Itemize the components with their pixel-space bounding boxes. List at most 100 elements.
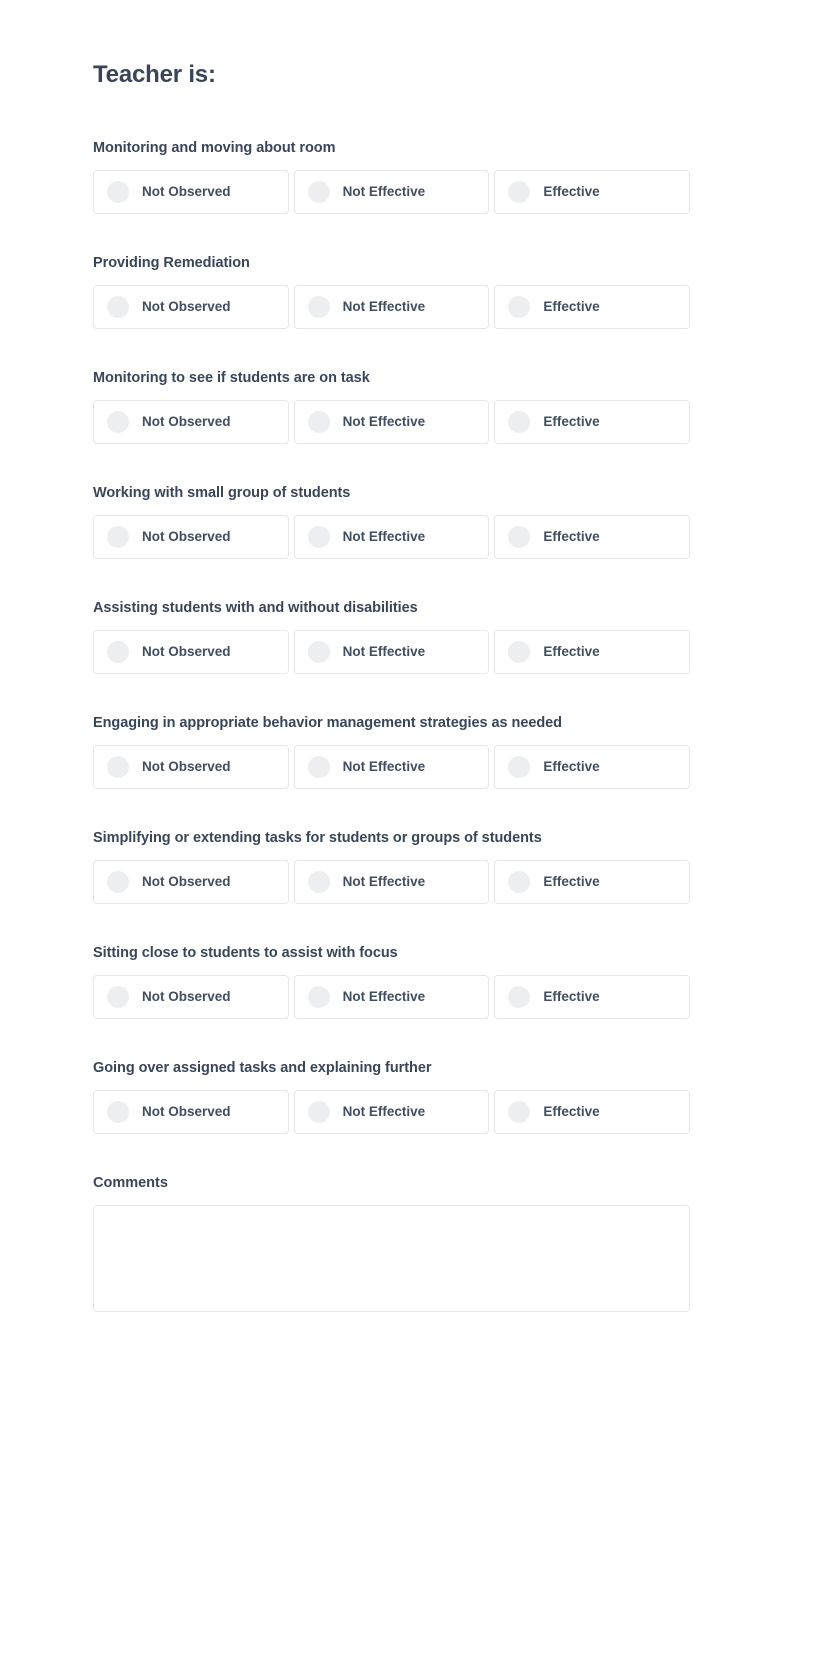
radio-option-1[interactable]: Not Effective xyxy=(293,285,490,329)
radio-circle-icon[interactable] xyxy=(307,411,330,433)
question-block: Working with small group of students Not … xyxy=(93,483,691,559)
radio-circle-icon[interactable] xyxy=(508,871,531,893)
radio-option-label: Not Effective xyxy=(342,874,426,889)
radio-option-label: Effective xyxy=(543,299,600,314)
radio-option-label: Not Observed xyxy=(142,759,231,774)
radio-circle-icon[interactable] xyxy=(307,986,330,1008)
radio-option-0[interactable]: Not Observed xyxy=(93,515,289,559)
radio-circle-icon[interactable] xyxy=(508,641,531,663)
comments-textarea[interactable] xyxy=(93,1205,690,1312)
question-label: Monitoring and moving about room xyxy=(93,140,336,156)
page-title: Teacher is: xyxy=(93,61,216,88)
radio-option-label: Effective xyxy=(543,529,600,544)
radio-circle-icon[interactable] xyxy=(508,756,531,778)
question-label: Providing Remediation xyxy=(93,255,250,271)
radio-option-label: Effective xyxy=(543,644,600,659)
radio-option-label: Effective xyxy=(543,874,600,889)
radio-option-label: Not Effective xyxy=(342,529,426,544)
radio-option-0[interactable]: Not Observed xyxy=(93,170,289,214)
radio-option-label: Effective xyxy=(543,989,600,1004)
radio-circle-icon[interactable] xyxy=(107,181,129,203)
radio-option-label: Effective xyxy=(543,1104,600,1119)
radio-circle-icon[interactable] xyxy=(508,526,531,548)
radio-option-label: Not Observed xyxy=(142,184,231,199)
radio-circle-icon[interactable] xyxy=(508,181,531,203)
radio-circle-icon[interactable] xyxy=(107,641,129,663)
options-row: Not Observed Not Effective Effective xyxy=(93,400,691,444)
radio-circle-icon[interactable] xyxy=(107,986,129,1008)
radio-option-0[interactable]: Not Observed xyxy=(93,285,289,329)
question-label: Sitting close to students to assist with… xyxy=(93,945,398,961)
radio-option-2[interactable]: Effective xyxy=(494,515,691,559)
options-row: Not Observed Not Effective Effective xyxy=(93,170,691,214)
radio-option-2[interactable]: Effective xyxy=(494,975,691,1019)
radio-option-label: Not Observed xyxy=(142,414,231,429)
radio-option-label: Not Effective xyxy=(342,414,426,429)
options-row: Not Observed Not Effective Effective xyxy=(93,1090,691,1134)
radio-option-label: Not Effective xyxy=(342,184,426,199)
radio-circle-icon[interactable] xyxy=(508,986,531,1008)
radio-circle-icon[interactable] xyxy=(307,641,330,663)
question-block: Monitoring and moving about room Not Obse… xyxy=(93,138,691,214)
radio-option-1[interactable]: Not Effective xyxy=(293,400,490,444)
radio-circle-icon[interactable] xyxy=(307,1101,330,1123)
radio-option-label: Not Observed xyxy=(142,644,231,659)
options-row: Not Observed Not Effective Effective xyxy=(93,860,691,904)
radio-option-2[interactable]: Effective xyxy=(494,630,691,674)
radio-option-0[interactable]: Not Observed xyxy=(93,860,289,904)
radio-circle-icon[interactable] xyxy=(508,1101,531,1123)
radio-option-label: Not Observed xyxy=(142,299,231,314)
radio-circle-icon[interactable] xyxy=(307,756,330,778)
radio-option-1[interactable]: Not Effective xyxy=(293,975,490,1019)
radio-option-1[interactable]: Not Effective xyxy=(293,745,490,789)
radio-circle-icon[interactable] xyxy=(107,871,129,893)
radio-circle-icon[interactable] xyxy=(307,871,330,893)
form-page: Teacher is: Monitoring and moving about … xyxy=(0,0,840,1680)
radio-option-label: Not Observed xyxy=(142,529,231,544)
radio-option-1[interactable]: Not Effective xyxy=(293,630,490,674)
radio-option-1[interactable]: Not Effective xyxy=(293,860,490,904)
question-block: Simplifying or extending tasks for stude… xyxy=(93,828,691,904)
radio-circle-icon[interactable] xyxy=(508,296,531,318)
question-block: Engaging in appropriate behavior managem… xyxy=(93,713,691,789)
question-block: Providing Remediation Not Observed Not Eff… xyxy=(93,253,691,329)
radio-option-label: Not Effective xyxy=(342,299,426,314)
radio-option-1[interactable]: Not Effective xyxy=(293,1090,490,1134)
question-label: Working with small group of students xyxy=(93,485,351,501)
radio-circle-icon[interactable] xyxy=(107,756,129,778)
radio-circle-icon[interactable] xyxy=(107,1101,129,1123)
question-label: Engaging in appropriate behavior managem… xyxy=(93,715,562,731)
comments-block: Comments xyxy=(93,1173,690,1312)
radio-option-0[interactable]: Not Observed xyxy=(93,400,289,444)
radio-option-2[interactable]: Effective xyxy=(494,400,691,444)
radio-circle-icon[interactable] xyxy=(307,181,330,203)
radio-circle-icon[interactable] xyxy=(107,526,129,548)
question-block: Sitting close to students to assist with… xyxy=(93,943,691,1019)
radio-option-0[interactable]: Not Observed xyxy=(93,745,289,789)
radio-option-2[interactable]: Effective xyxy=(494,745,691,789)
radio-circle-icon[interactable] xyxy=(508,411,531,433)
form-content: Teacher is: Monitoring and moving about … xyxy=(93,0,691,1312)
radio-circle-icon[interactable] xyxy=(307,296,330,318)
radio-option-2[interactable]: Effective xyxy=(494,860,691,904)
options-row: Not Observed Not Effective Effective xyxy=(93,285,691,329)
radio-circle-icon[interactable] xyxy=(107,296,129,318)
radio-option-0[interactable]: Not Observed xyxy=(93,975,289,1019)
radio-option-2[interactable]: Effective xyxy=(494,170,691,214)
radio-circle-icon[interactable] xyxy=(107,411,129,433)
radio-option-1[interactable]: Not Effective xyxy=(293,170,490,214)
radio-option-label: Not Observed xyxy=(142,874,231,889)
options-row: Not Observed Not Effective Effective xyxy=(93,975,691,1019)
comments-label: Comments xyxy=(93,1175,168,1191)
radio-option-2[interactable]: Effective xyxy=(494,1090,691,1134)
question-label: Monitoring to see if students are on tas… xyxy=(93,370,370,386)
radio-option-label: Not Effective xyxy=(342,989,426,1004)
radio-option-label: Not Effective xyxy=(342,644,426,659)
radio-option-0[interactable]: Not Observed xyxy=(93,1090,289,1134)
radio-option-label: Not Effective xyxy=(342,759,426,774)
question-label: Simplifying or extending tasks for stude… xyxy=(93,830,542,846)
radio-option-1[interactable]: Not Effective xyxy=(293,515,490,559)
radio-option-0[interactable]: Not Observed xyxy=(93,630,289,674)
radio-circle-icon[interactable] xyxy=(307,526,330,548)
radio-option-2[interactable]: Effective xyxy=(494,285,691,329)
